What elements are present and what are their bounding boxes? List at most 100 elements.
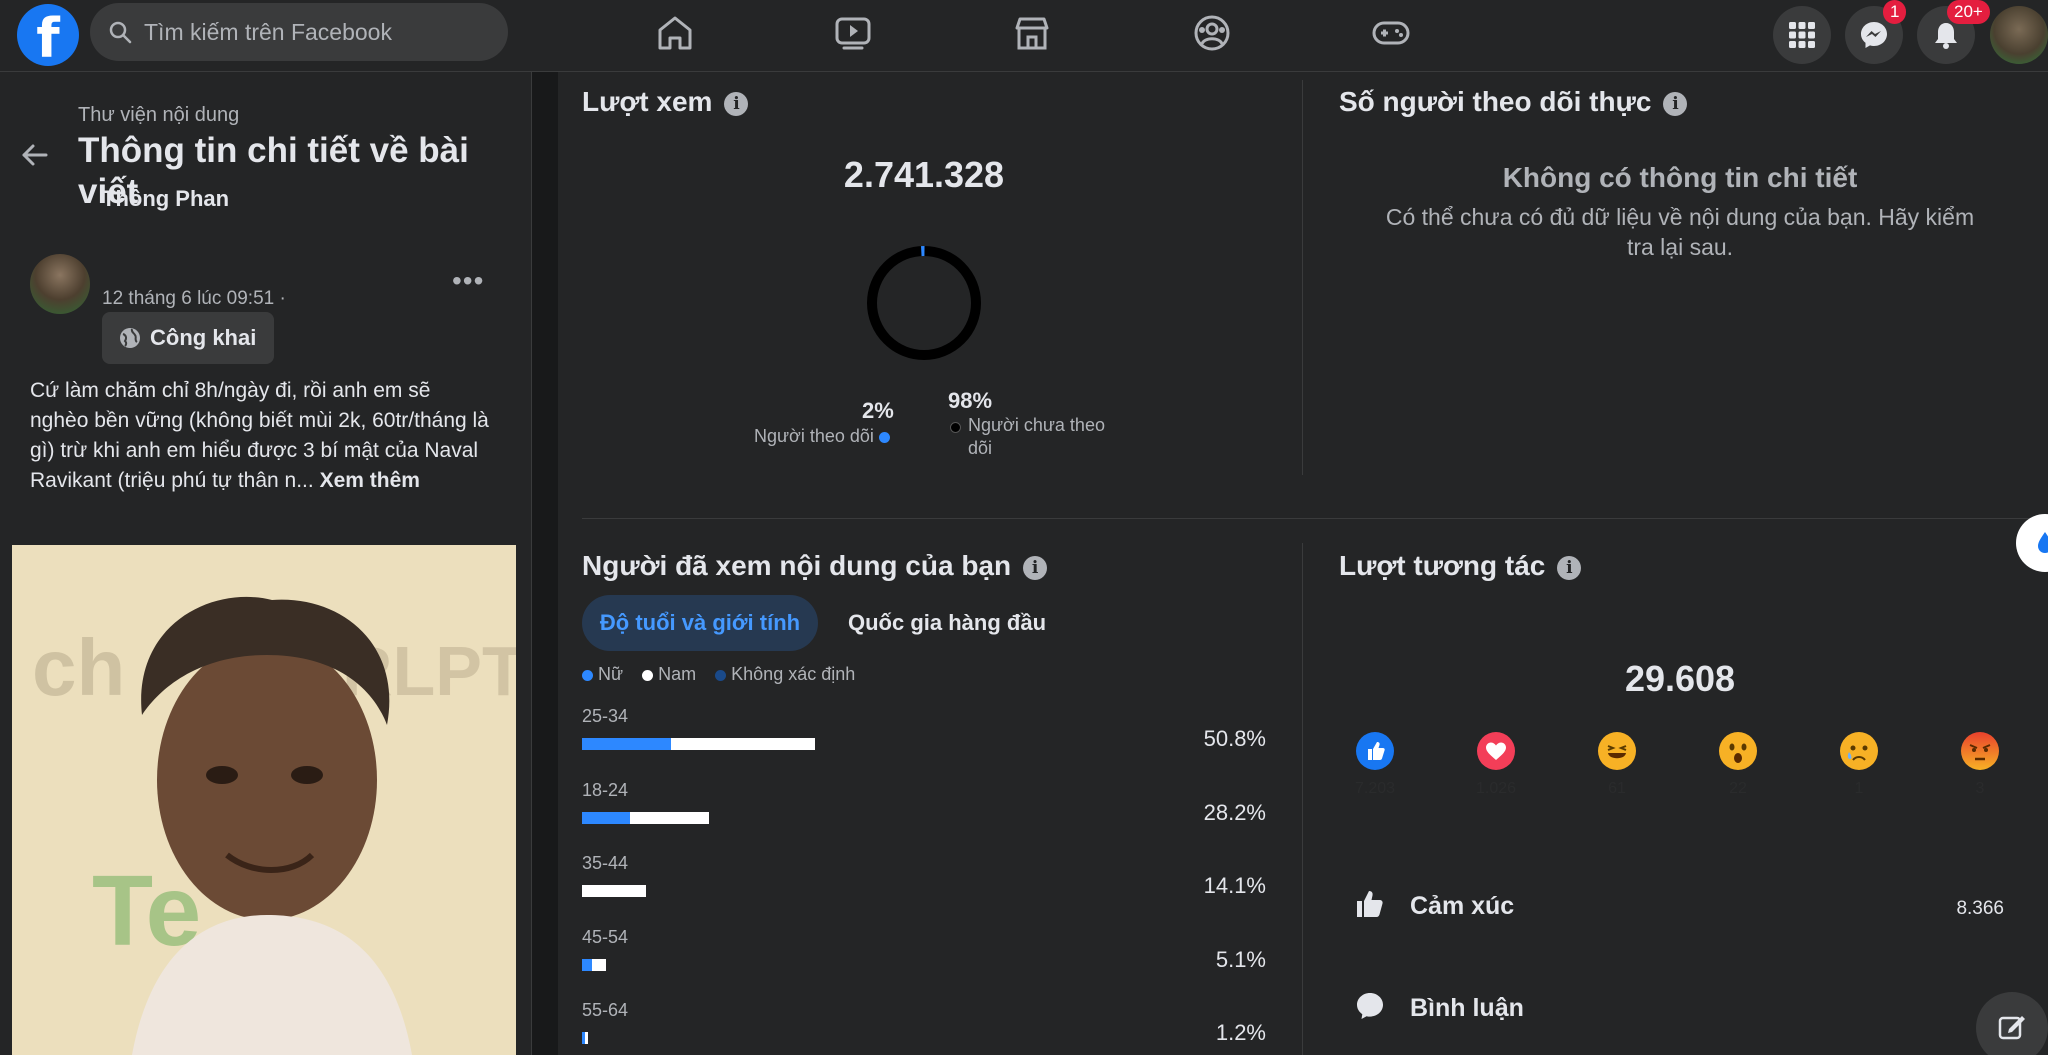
age-label: 18-24 [582, 779, 629, 800]
wow-icon [1719, 732, 1757, 770]
metric-comments-label: Bình luận [1410, 994, 1524, 1022]
reaction-wow[interactable]: 22 [1703, 732, 1773, 798]
followers-pct: 2% [862, 398, 894, 423]
metric-reactions-label: Cảm xúc [1410, 892, 1515, 920]
legend-female-label: Nữ [598, 664, 624, 684]
age-row-18-24: 18-24 28.2% [582, 780, 1266, 840]
info-icon[interactable]: i [1557, 555, 1582, 580]
engagement-title-text: Lượt tương tác [1339, 550, 1546, 581]
engagement-total: 29.608 [1624, 658, 1736, 699]
sad-count: 1 [1854, 780, 1864, 797]
reaction-sad[interactable]: 1 [1824, 732, 1894, 798]
new-message-button[interactable] [1976, 992, 2048, 1055]
facebook-logo[interactable]: f [17, 4, 79, 66]
views-title: Lượt xem i [582, 86, 749, 118]
metric-comments[interactable]: Bình luận [1354, 984, 2004, 1034]
age-pct: 50.8% [1203, 726, 1266, 751]
info-icon[interactable]: i [724, 91, 749, 116]
metric-reactions-value: 8.366 [1956, 898, 2004, 919]
views-donut-chart [867, 246, 981, 360]
more-options-icon[interactable]: ••• [452, 265, 484, 297]
followers-dot [878, 431, 890, 443]
angry-icon [1961, 732, 1999, 770]
live-followers-title-text: Số người theo dõi thực [1339, 86, 1652, 117]
notifications-button[interactable]: 20+ [1917, 0, 1990, 64]
age-label: 35-44 [582, 853, 629, 873]
tab-age-gender[interactable]: Độ tuổi và giới tính [582, 595, 818, 651]
age-row-25-34: 25-34 50.8% [582, 706, 1266, 766]
divider-vertical-bottom [1302, 543, 1303, 1055]
wow-count: 22 [1729, 780, 1747, 797]
reaction-haha[interactable]: 61 [1582, 732, 1652, 798]
divider-horizontal [582, 518, 2048, 519]
legend-male: Nam [642, 664, 696, 684]
bar-male [671, 738, 815, 750]
svg-text:ch: ch [32, 623, 125, 712]
grid-menu-icon [1789, 22, 1815, 48]
non-followers-label: Người chưa theo dõi [950, 414, 1120, 460]
notifications-badge: 20+ [1947, 0, 1990, 24]
bar-female [582, 811, 630, 824]
donut-non-followers [867, 246, 981, 360]
home-icon[interactable] [652, 10, 698, 56]
age-label: 25-34 [582, 706, 629, 726]
comment-icon [1357, 993, 1383, 1019]
post-date[interactable]: 12 tháng 6 lúc 09:51 · [102, 288, 286, 310]
back-arrow-icon[interactable] [18, 138, 52, 172]
age-label: 45-54 [582, 926, 629, 947]
legend-unknown-dot [715, 669, 727, 681]
marketplace-icon[interactable] [1009, 10, 1055, 56]
reaction-love[interactable]: 1.026 [1461, 732, 1531, 798]
age-pct: 28.2% [1203, 799, 1266, 825]
like-icon [1356, 732, 1394, 770]
menu-button[interactable] [1773, 6, 1831, 64]
messenger-button[interactable]: 1 [1845, 0, 1907, 64]
haha-icon [1598, 732, 1636, 770]
angry-count: 3 [1975, 780, 1985, 797]
age-pct: 1.2% [1215, 1020, 1266, 1045]
privacy-button[interactable]: Công khai [102, 312, 274, 364]
bar-male [592, 958, 606, 971]
live-followers-title: Số người theo dõi thực i [1339, 86, 1688, 118]
bar-female [582, 958, 592, 971]
groups-icon[interactable] [1189, 10, 1235, 56]
age-pct: 5.1% [1215, 946, 1266, 972]
info-icon[interactable]: i [1023, 555, 1048, 580]
age-row-35-44: 35-44 14.1% [582, 853, 1266, 913]
age-row-55-64: 55-64 1.2% [582, 1000, 1266, 1055]
portrait-photo: ch RLPT Te [12, 545, 516, 1055]
post-author-name[interactable]: Thông Phan [102, 186, 229, 212]
empty-state-message: Có thể chưa có đủ dữ liệu về nội dung củ… [1385, 204, 1975, 260]
age-row-45-54: 45-54 5.1% [582, 927, 1266, 987]
non-followers-pct: 98% [948, 388, 993, 413]
see-more-link[interactable]: Xem thêm [320, 469, 420, 492]
search-placeholder: Tìm kiếm trên Facebook [144, 19, 392, 45]
watch-icon[interactable] [830, 10, 876, 56]
gaming-icon[interactable] [1368, 10, 1414, 56]
like-count: 7.203 [1354, 780, 1396, 797]
reaction-like[interactable]: 7.203 [1340, 732, 1410, 798]
legend-female: Nữ [582, 664, 623, 684]
audience-title: Người đã xem nội dung của bạn i [582, 550, 1048, 582]
tab-top-countries[interactable]: Quốc gia hàng đầu [848, 595, 1046, 651]
bar-male [582, 885, 646, 897]
post-image[interactable]: ch RLPT Te [12, 545, 516, 1055]
metric-reactions[interactable]: Cảm xúc 8.366 [1354, 882, 2004, 932]
breadcrumb[interactable]: Thư viện nội dung [78, 104, 239, 127]
post-author-avatar[interactable] [30, 254, 90, 314]
info-icon[interactable]: i [1663, 91, 1688, 116]
post-body: Cứ làm chăm chỉ 8h/ngày đi, rồi anh em s… [30, 379, 489, 492]
views-title-text: Lượt xem [582, 86, 713, 117]
love-icon [1477, 732, 1515, 770]
bar-female [582, 738, 671, 750]
legend-male-dot [642, 669, 654, 681]
reaction-angry[interactable]: 3 [1945, 732, 2015, 798]
compose-icon [1998, 1016, 2025, 1040]
reactions-row: 7.203 1.026 61 22 1 3 [1340, 732, 2020, 812]
account-avatar[interactable] [1990, 6, 2048, 64]
haha-count: 61 [1608, 780, 1626, 797]
search-input[interactable]: Tìm kiếm trên Facebook [90, 3, 508, 61]
divider-vertical-top [1302, 80, 1303, 475]
messenger-badge: 1 [1883, 0, 1907, 24]
legend-female-dot [582, 669, 593, 681]
